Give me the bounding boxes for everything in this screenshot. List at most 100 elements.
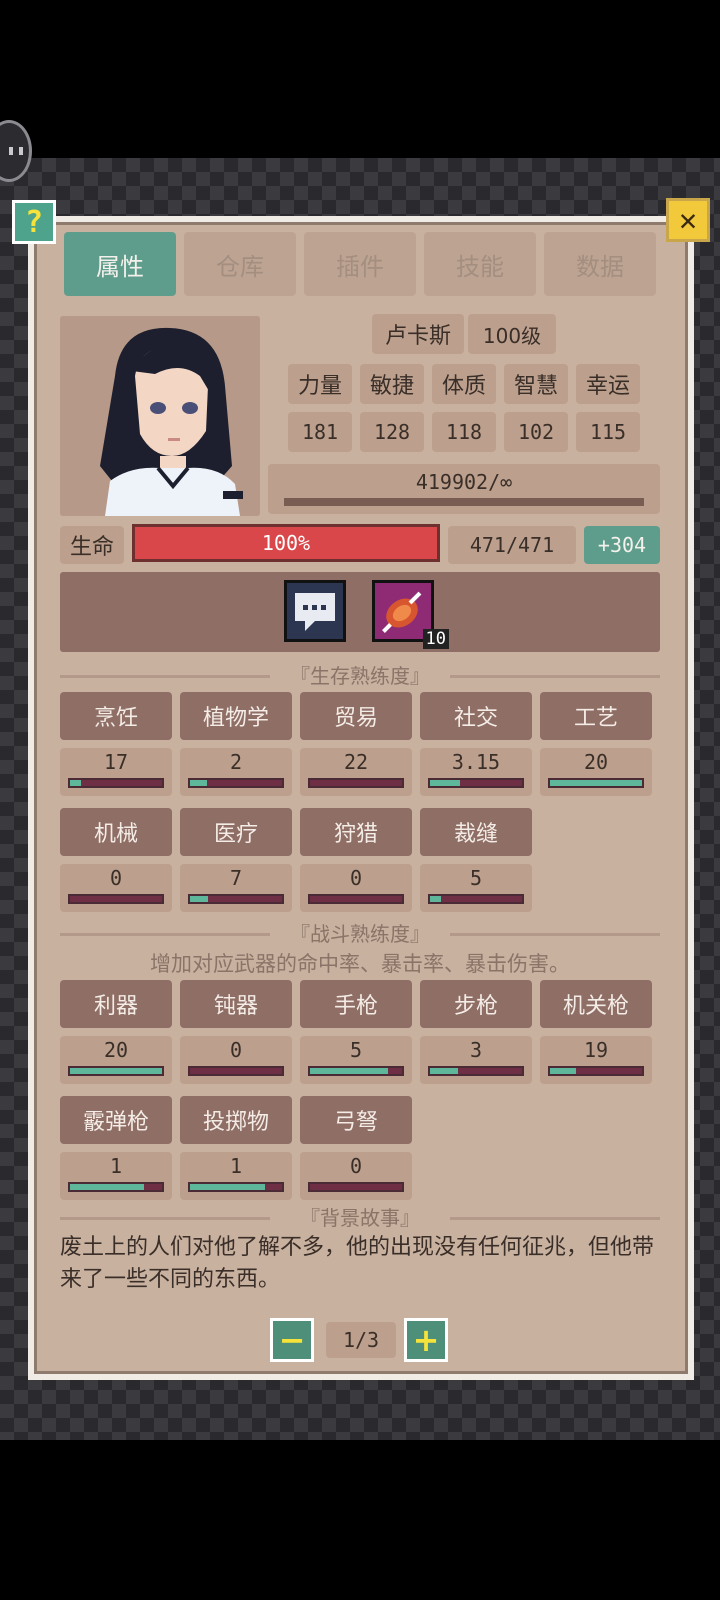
skill-progress-bar xyxy=(548,778,644,788)
skill-progress-bar xyxy=(308,894,404,904)
combat-description: 增加对应武器的命中率、暴击率、暴击伤害。 xyxy=(150,952,570,976)
skill-progress-box: 0 xyxy=(60,864,172,912)
hp-label: 生命 xyxy=(60,526,124,564)
skill-progress-box: 2 xyxy=(180,748,292,796)
skill-item: 钝器 0 xyxy=(180,980,292,1084)
skill-name[interactable]: 机关枪 xyxy=(540,980,652,1028)
skill-progress-bar xyxy=(428,778,524,788)
skill-item: 投掷物 1 xyxy=(180,1096,292,1200)
skill-name[interactable]: 贸易 xyxy=(300,692,412,740)
skill-progress-bar xyxy=(308,778,404,788)
skill-progress-bar xyxy=(188,1182,284,1192)
skill-value: 22 xyxy=(343,750,369,774)
skill-value: 3.15 xyxy=(451,750,501,774)
skill-item: 机械 0 xyxy=(60,808,172,912)
skill-name[interactable]: 投掷物 xyxy=(180,1096,292,1144)
attribute-name: 体质 xyxy=(432,364,496,404)
skill-progress-bar xyxy=(308,1182,404,1192)
skill-progress-box: 1 xyxy=(180,1152,292,1200)
experience-bar xyxy=(284,498,644,506)
skill-progress-box: 0 xyxy=(180,1036,292,1084)
attribute-value: 115 xyxy=(576,412,640,452)
skill-progress-fill xyxy=(550,1068,576,1074)
attribute-value: 181 xyxy=(288,412,352,452)
skill-name[interactable]: 弓弩 xyxy=(300,1096,412,1144)
skill-item: 机关枪 19 xyxy=(540,980,652,1084)
skill-progress-box: 22 xyxy=(300,748,412,796)
skill-value: 17 xyxy=(103,750,129,774)
skill-progress-bar xyxy=(68,1066,164,1076)
combat-section-title: 『战斗熟练度』 xyxy=(60,918,660,947)
skill-item: 裁缝 5 xyxy=(420,808,532,912)
skill-progress-fill xyxy=(70,1068,162,1074)
help-button[interactable]: ? xyxy=(12,200,56,244)
tab-plugins[interactable]: 插件 xyxy=(304,232,416,296)
skill-progress-box: 1 xyxy=(60,1152,172,1200)
skill-name[interactable]: 步枪 xyxy=(420,980,532,1028)
skill-progress-box: 0 xyxy=(300,1152,412,1200)
skill-item: 社交 3.15 xyxy=(420,692,532,796)
tab-bar: 属性 仓库 插件 技能 数据 xyxy=(64,232,656,296)
skill-progress-fill xyxy=(70,1184,144,1190)
skill-progress-fill xyxy=(430,780,461,786)
experience-text: 419902/∞ xyxy=(415,470,513,494)
skill-progress-fill xyxy=(190,780,207,786)
character-portrait-image xyxy=(100,327,243,516)
skill-progress-bar xyxy=(428,1066,524,1076)
previous-page-button[interactable]: − xyxy=(270,1318,314,1362)
page-indicator: 1/3 xyxy=(326,1322,396,1358)
skill-progress-box: 20 xyxy=(60,1036,172,1084)
skill-name[interactable]: 霰弹枪 xyxy=(60,1096,172,1144)
skill-item: 步枪 3 xyxy=(420,980,532,1084)
skill-value: 0 xyxy=(109,866,123,890)
skill-name[interactable]: 利器 xyxy=(60,980,172,1028)
skill-name[interactable]: 裁缝 xyxy=(420,808,532,856)
skill-name[interactable]: 烹饪 xyxy=(60,692,172,740)
attribute-name: 力量 xyxy=(288,364,352,404)
item-count: 10 xyxy=(422,629,449,649)
skill-progress-bar xyxy=(428,894,524,904)
skill-name[interactable]: 手枪 xyxy=(300,980,412,1028)
skill-value: 0 xyxy=(349,866,363,890)
attribute-values: 181 128 118 102 115 xyxy=(288,412,640,452)
skill-name[interactable]: 机械 xyxy=(60,808,172,856)
tab-attributes[interactable]: 属性 xyxy=(64,232,176,296)
attribute-value: 118 xyxy=(432,412,496,452)
close-button[interactable]: ✕ xyxy=(666,198,710,242)
hp-bar: 100% xyxy=(132,524,440,562)
skill-item: 狩猎 0 xyxy=(300,808,412,912)
tab-skills[interactable]: 技能 xyxy=(424,232,536,296)
skill-value: 0 xyxy=(229,1038,243,1062)
attribute-names: 力量 敏捷 体质 智慧 幸运 xyxy=(288,364,640,404)
skill-item: 手枪 5 xyxy=(300,980,412,1084)
skill-progress-fill xyxy=(430,896,442,902)
skill-name[interactable]: 工艺 xyxy=(540,692,652,740)
skill-name[interactable]: 植物学 xyxy=(180,692,292,740)
skill-progress-box: 5 xyxy=(300,1036,412,1084)
experience-box: 419902/∞ xyxy=(268,464,660,514)
skill-progress-box: 7 xyxy=(180,864,292,912)
combat-skills: 利器 20 钝器 0 手枪 5 步枪 3 机关枪 19 霰弹枪 1 投掷物 1 弓弩 0 xyxy=(60,980,660,1212)
skill-value: 7 xyxy=(229,866,243,890)
survival-skills: 烹饪 17 植物学 2 贸易 22 社交 3.15 工艺 20 机械 0 医疗 7 狩猎 0 裁缝 5 xyxy=(60,692,660,924)
meat-icon[interactable]: 10 xyxy=(372,580,449,649)
tab-warehouse[interactable]: 仓库 xyxy=(184,232,296,296)
skill-value: 1 xyxy=(229,1154,243,1178)
skill-progress-bar xyxy=(68,778,164,788)
skill-name[interactable]: 狩猎 xyxy=(300,808,412,856)
skill-progress-fill xyxy=(430,1068,458,1074)
skill-progress-bar xyxy=(308,1066,404,1076)
skill-progress-fill xyxy=(190,896,209,902)
skill-name[interactable]: 社交 xyxy=(420,692,532,740)
next-page-button[interactable]: + xyxy=(404,1318,448,1362)
skill-item: 工艺 20 xyxy=(540,692,652,796)
skill-item: 霰弹枪 1 xyxy=(60,1096,172,1200)
skill-value: 3 xyxy=(469,1038,483,1062)
skill-progress-bar xyxy=(548,1066,644,1076)
tab-data[interactable]: 数据 xyxy=(544,232,656,296)
skill-progress-bar xyxy=(188,894,284,904)
skill-item: 弓弩 0 xyxy=(300,1096,412,1200)
skill-name[interactable]: 医疗 xyxy=(180,808,292,856)
skill-name[interactable]: 钝器 xyxy=(180,980,292,1028)
chat-bubble-icon[interactable] xyxy=(284,580,346,642)
